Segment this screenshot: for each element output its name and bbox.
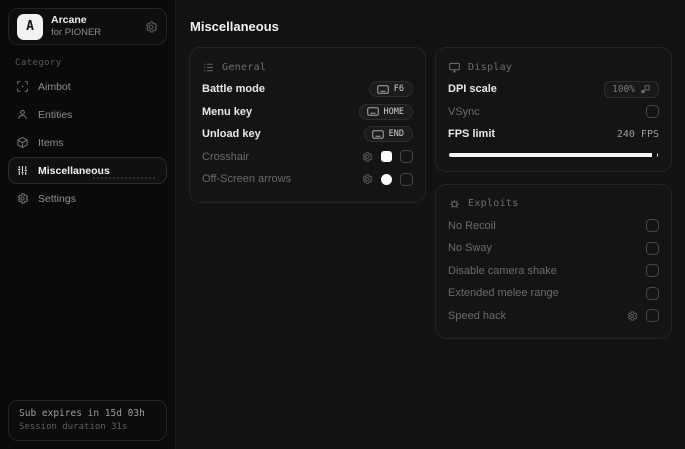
main-content: Miscellaneous General Battle mode F6 Men…: [176, 0, 685, 449]
speed-hack-checkbox[interactable]: [646, 309, 659, 323]
crosshair-row: Crosshair: [202, 146, 413, 169]
dpi-scale-row: DPI scale 100%: [448, 78, 659, 101]
extended-melee-range-label: Extended melee range: [448, 287, 559, 300]
unload-key-row: Unload key END: [202, 123, 413, 146]
disable-camera-shake-checkbox[interactable]: [646, 264, 659, 278]
unload-key-label: Unload key: [202, 128, 261, 141]
crosshair-scan-icon: [16, 80, 29, 93]
fps-slider-fill: [449, 152, 658, 157]
display-panel: Display DPI scale 100% VSync FPS limit 2…: [435, 47, 672, 172]
monitor-icon: [448, 61, 461, 74]
sidebar-item-label: Settings: [38, 192, 76, 205]
offscreen-arrows-label: Off-Screen arrows: [202, 173, 292, 186]
sidebar-item-items[interactable]: Items: [8, 129, 167, 156]
vsync-row: VSync: [448, 101, 659, 124]
vsync-label: VSync: [448, 105, 480, 118]
sidebar-item-miscellaneous[interactable]: Miscellaneous: [8, 157, 167, 184]
layout-icon: [202, 61, 215, 74]
exploits-panel-header: Exploits: [448, 193, 659, 215]
right-column: Display DPI scale 100% VSync FPS limit 2…: [435, 47, 672, 339]
crosshair-label: Crosshair: [202, 150, 250, 163]
app-name: Arcane: [51, 14, 87, 26]
app-text: Arcane for PIONER: [51, 14, 101, 39]
fps-limit-value: 240 FPS: [616, 128, 659, 140]
no-sway-label: No Sway: [448, 242, 493, 255]
battle-mode-keybind[interactable]: F6: [368, 81, 413, 98]
gear-icon[interactable]: [361, 173, 373, 185]
display-panel-title: Display: [468, 61, 513, 73]
offscreen-arrows-checkbox[interactable]: [400, 172, 413, 186]
gear-icon[interactable]: [361, 151, 373, 163]
no-sway-checkbox[interactable]: [646, 241, 659, 255]
general-panel-header: General: [202, 56, 413, 78]
no-recoil-checkbox[interactable]: [646, 219, 659, 233]
page-title: Miscellaneous: [190, 19, 279, 34]
disable-camera-shake-label: Disable camera shake: [448, 264, 557, 277]
sub-expiry-text: Sub expires in 15d 03h: [19, 408, 145, 419]
menu-key-keybind[interactable]: HOME: [358, 103, 413, 120]
speed-hack-label: Speed hack: [448, 309, 507, 322]
sliders-icon: [16, 164, 29, 177]
subscription-card: Sub expires in 15d 03h Session duration …: [8, 400, 167, 441]
no-recoil-label: No Recoil: [448, 219, 496, 232]
sidebar-item-label: Aimbot: [38, 80, 71, 93]
gear-icon[interactable]: [144, 20, 158, 34]
keyboard-icon: [377, 85, 389, 94]
menu-key-row: Menu key HOME: [202, 101, 413, 124]
keyboard-icon: [366, 107, 379, 116]
dpi-scale-select[interactable]: 100%: [604, 80, 659, 98]
category-label: Category: [15, 58, 62, 68]
keyboard-icon: [371, 130, 384, 139]
general-panel: General Battle mode F6 Menu key HOME Unl…: [189, 47, 426, 203]
app-card: A Arcane for PIONER: [8, 8, 167, 45]
no-recoil-row: No Recoil: [448, 215, 659, 238]
sidebar-item-aimbot[interactable]: Aimbot: [8, 73, 167, 100]
gear-icon: [16, 192, 29, 205]
package-icon: [16, 136, 29, 149]
general-panel-title: General: [222, 61, 267, 73]
fps-limit-row: FPS limit 240 FPS: [448, 123, 659, 146]
sidebar-item-label: Items: [38, 136, 64, 149]
gear-icon[interactable]: [626, 310, 638, 322]
left-column: General Battle mode F6 Menu key HOME Unl…: [189, 47, 426, 203]
offscreen-arrows-color-swatch[interactable]: [381, 173, 392, 185]
exploits-panel-title: Exploits: [468, 198, 519, 209]
menu-key-label: Menu key: [202, 105, 253, 118]
no-sway-row: No Sway: [448, 237, 659, 260]
sidebar-nav: Aimbot Entities Items Miscellaneous Sett…: [8, 72, 167, 212]
crosshair-color-swatch[interactable]: [381, 151, 392, 163]
sidebar-item-label: Miscellaneous: [38, 164, 110, 177]
battle-mode-row: Battle mode F6: [202, 78, 413, 101]
battle-mode-label: Battle mode: [202, 83, 265, 96]
display-panel-header: Display: [448, 56, 659, 78]
panel-columns: General Battle mode F6 Menu key HOME Unl…: [189, 47, 672, 339]
crosshair-checkbox[interactable]: [400, 150, 413, 164]
fps-slider-thumb[interactable]: [652, 152, 657, 157]
fps-limit-label: FPS limit: [448, 128, 496, 141]
session-duration-text: Session duration 31s: [19, 422, 128, 432]
entities-icon: [16, 108, 29, 121]
app-logo: A: [17, 13, 43, 40]
bug-icon: [448, 197, 461, 210]
sidebar-item-entities[interactable]: Entities: [8, 101, 167, 128]
fps-limit-slider[interactable]: [449, 152, 658, 157]
sidebar-item-settings[interactable]: Settings: [8, 185, 167, 212]
extended-melee-range-checkbox[interactable]: [646, 286, 659, 300]
sidebar: A Arcane for PIONER Category Aimbot Enti…: [0, 0, 176, 449]
speed-hack-row: Speed hack: [448, 305, 659, 328]
app-subtitle: for PIONER: [51, 27, 102, 39]
scale-icon: [640, 84, 651, 95]
sidebar-item-label: Entities: [38, 108, 73, 121]
offscreen-arrows-row: Off-Screen arrows: [202, 168, 413, 191]
exploits-panel: Exploits No Recoil No Sway Disable camer…: [435, 183, 672, 339]
unload-key-keybind[interactable]: END: [363, 126, 413, 143]
disable-camera-shake-row: Disable camera shake: [448, 260, 659, 283]
dpi-scale-label: DPI scale: [448, 83, 497, 96]
extended-melee-range-row: Extended melee range: [448, 282, 659, 305]
vsync-checkbox[interactable]: [646, 105, 659, 119]
